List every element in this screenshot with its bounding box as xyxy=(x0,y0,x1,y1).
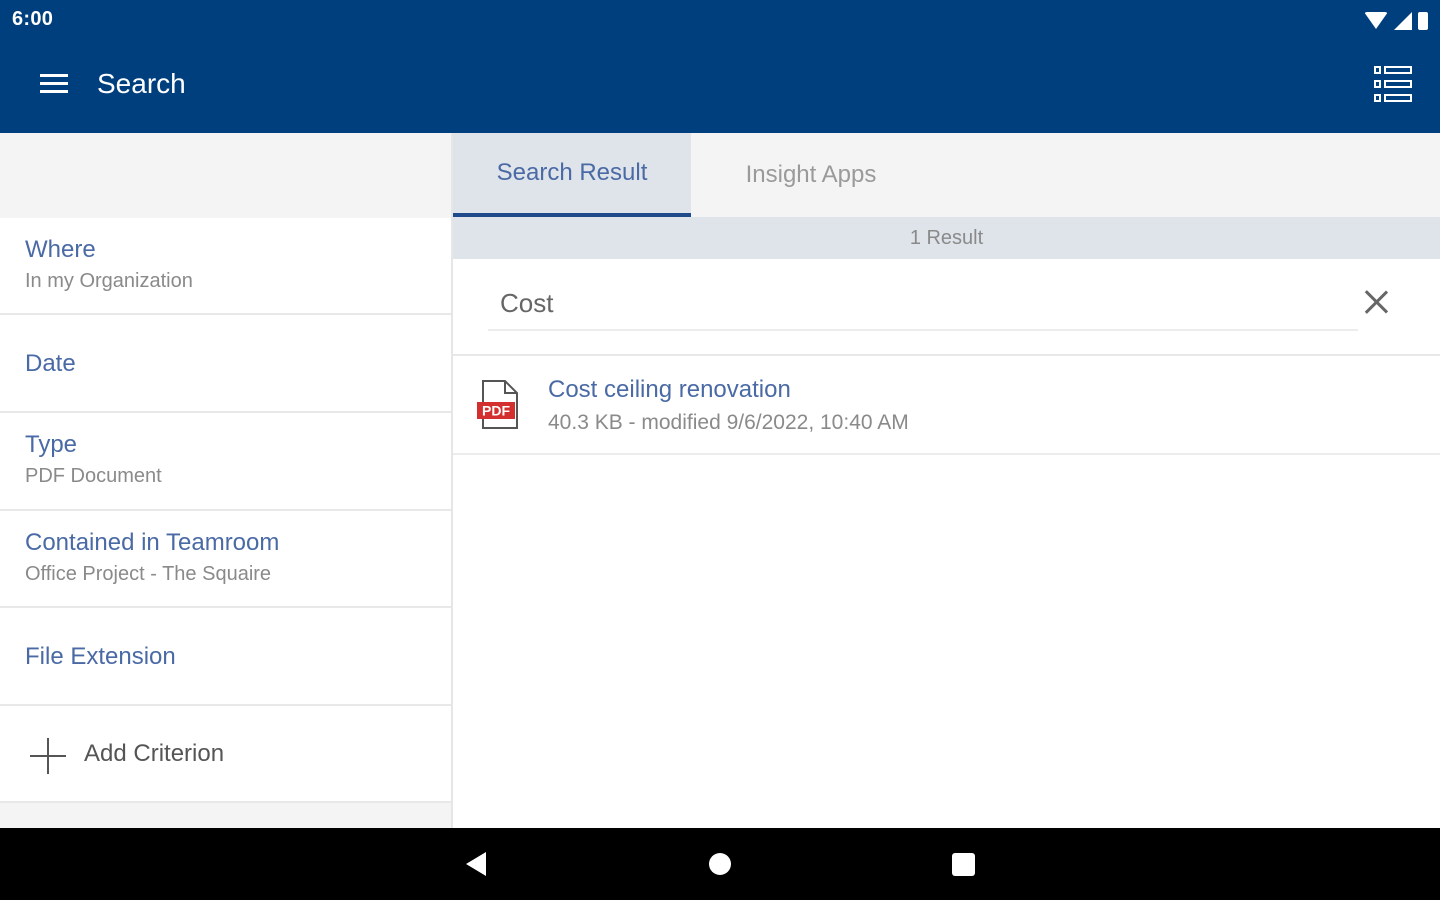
criterion-value: In my Organization xyxy=(25,270,193,292)
criterion-type[interactable]: Type PDF Document xyxy=(0,413,451,511)
tab-search-result[interactable]: Search Result xyxy=(453,133,691,217)
add-criterion-button[interactable]: Add Criterion xyxy=(0,706,451,803)
criterion-value: Office Project - The Squaire xyxy=(25,563,272,585)
tab-insight-apps[interactable]: Insight Apps xyxy=(691,133,931,217)
navigation-bar xyxy=(0,828,1440,900)
criterion-title: Contained in Teamroom xyxy=(25,529,280,556)
result-meta: 40.3 KB - modified 9/6/2022, 10:40 AM xyxy=(548,411,909,434)
result-title: Cost ceiling renovation xyxy=(548,376,791,403)
criterion-title: Type xyxy=(25,431,78,458)
battery-icon xyxy=(1418,12,1428,30)
criterion-date[interactable]: Date xyxy=(0,315,451,413)
status-icons xyxy=(1364,10,1428,30)
close-icon[interactable] xyxy=(1363,289,1389,315)
app-bar: 6:00 Search xyxy=(0,0,1440,133)
add-criterion-label: Add Criterion xyxy=(84,740,225,767)
criterion-value: PDF Document xyxy=(25,465,162,487)
result-count: 1 Result xyxy=(453,217,1440,259)
search-input[interactable] xyxy=(488,277,1358,331)
search-row xyxy=(453,259,1440,356)
signal-icon xyxy=(1394,12,1412,30)
criterion-teamroom[interactable]: Contained in Teamroom Office Project - T… xyxy=(0,511,451,608)
status-bar: 6:00 xyxy=(0,0,1440,40)
criterion-file-extension[interactable]: File Extension xyxy=(0,608,451,706)
list-item[interactable]: PDF Cost ceiling renovation 40.3 KB - mo… xyxy=(453,356,1440,455)
criterion-where[interactable]: Where In my Organization xyxy=(0,218,451,315)
criterion-title: File Extension xyxy=(25,643,176,670)
hamburger-menu-icon[interactable] xyxy=(38,72,70,96)
tab-bar: Search Result Insight Apps xyxy=(453,133,1440,217)
criterion-title: Date xyxy=(25,350,76,377)
back-icon[interactable] xyxy=(466,852,486,876)
pdf-file-icon: PDF xyxy=(477,380,518,429)
criterion-title: Where xyxy=(25,236,96,263)
plus-icon xyxy=(30,738,66,774)
pdf-icon-label: PDF xyxy=(482,403,510,419)
list-view-icon[interactable] xyxy=(1374,66,1412,102)
wifi-icon xyxy=(1364,12,1388,29)
page-title: Search xyxy=(97,68,186,99)
home-icon[interactable] xyxy=(709,853,731,875)
recents-icon[interactable] xyxy=(952,853,975,876)
status-time: 6:00 xyxy=(12,8,54,30)
